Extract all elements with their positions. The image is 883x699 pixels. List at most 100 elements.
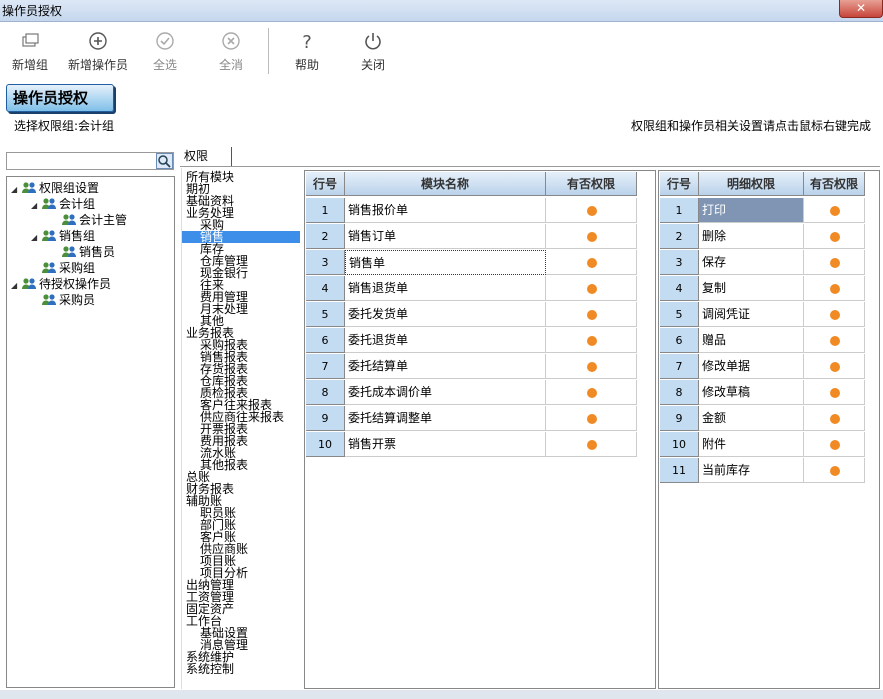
row-name-cell[interactable]: 销售退货单 <box>345 276 546 301</box>
detail-permission-grid[interactable]: 行号 明细权限 有否权限 1 打印 2 删除 3 保存 4 复制 5 调阅凭证 6 赠品 7 修改单据 8 修… <box>658 170 880 689</box>
row-number: 4 <box>306 276 345 301</box>
table-row[interactable]: 7 委托结算单 <box>305 354 637 380</box>
deselect-all-button[interactable]: 全消 <box>214 30 248 73</box>
tree-search-input[interactable] <box>6 152 174 170</box>
table-row[interactable]: 5 委托发货单 <box>305 302 637 328</box>
permission-group-tree[interactable]: ◢ 权限组设置 ◢ 会计组 会计主管 ◢ 销售组 销售员 采购组 ◢ 待授权操作员 采购员 <box>6 176 175 688</box>
row-permission-cell[interactable] <box>804 406 865 431</box>
row-name-cell[interactable]: 打印 <box>699 198 804 223</box>
row-permission-cell[interactable] <box>804 250 865 275</box>
window-title: 操作员授权 <box>2 4 63 18</box>
row-permission-cell[interactable] <box>804 198 865 223</box>
table-row[interactable]: 1 打印 <box>659 198 865 224</box>
row-name-cell[interactable]: 委托发货单 <box>345 302 546 327</box>
row-name-cell[interactable]: 附件 <box>699 432 804 457</box>
row-permission-cell[interactable] <box>546 302 637 327</box>
table-row[interactable]: 8 修改草稿 <box>659 380 865 406</box>
row-permission-cell[interactable] <box>546 380 637 405</box>
permission-dot-icon <box>829 440 840 450</box>
row-name-cell[interactable]: 调阅凭证 <box>699 302 804 327</box>
row-name-cell[interactable]: 删除 <box>699 224 804 249</box>
table-row[interactable]: 9 委托结算调整单 <box>305 406 637 432</box>
row-permission-cell[interactable] <box>546 328 637 353</box>
row-name-cell[interactable]: 复制 <box>699 276 804 301</box>
window-close-button[interactable]: ✕ <box>839 0 883 18</box>
row-name-cell[interactable]: 委托成本调价单 <box>345 380 546 405</box>
new-operator-button[interactable]: 新增操作员 <box>66 30 130 73</box>
row-name-cell[interactable]: 委托结算调整单 <box>345 406 546 431</box>
tab-permissions[interactable]: 权限 <box>180 147 232 167</box>
row-permission-cell[interactable] <box>546 276 637 301</box>
table-row[interactable]: 1 销售报价单 <box>305 198 637 224</box>
row-permission-cell[interactable] <box>546 406 637 431</box>
user-group-icon <box>42 198 56 209</box>
expand-toggle-icon[interactable]: ◢ <box>31 201 41 210</box>
row-permission-cell[interactable] <box>804 328 865 353</box>
row-permission-cell[interactable] <box>546 250 637 275</box>
expand-toggle-icon[interactable]: ◢ <box>11 185 21 194</box>
row-permission-cell[interactable] <box>804 432 865 457</box>
row-permission-cell[interactable] <box>804 380 865 405</box>
row-name-cell[interactable]: 修改草稿 <box>699 380 804 405</box>
expand-toggle-icon[interactable]: ◢ <box>31 233 41 242</box>
row-name-cell[interactable]: 销售订单 <box>345 224 546 249</box>
tree-node[interactable]: 销售员 <box>51 243 115 260</box>
table-row[interactable]: 3 销售单 <box>305 250 637 276</box>
tree-node[interactable]: ◢ 权限组设置 <box>11 179 99 196</box>
row-permission-cell[interactable] <box>546 198 637 223</box>
row-name-cell[interactable]: 修改单据 <box>699 354 804 379</box>
row-permission-cell[interactable] <box>804 276 865 301</box>
module-tree[interactable]: 所有模块 期初 基础资料 业务处理 采购 销售 库存 仓库管理 现金银行 往来 费用管理 月末处理 其他… <box>181 168 303 689</box>
row-name-cell[interactable]: 保存 <box>699 250 804 275</box>
tree-node[interactable]: ◢ 会计组 <box>31 195 95 212</box>
close-button[interactable]: 关闭 <box>356 30 390 73</box>
tree-node[interactable]: ◢ 销售组 <box>31 227 95 244</box>
select-all-button[interactable]: 全选 <box>148 30 182 73</box>
table-row[interactable]: 11 当前库存 <box>659 458 865 484</box>
row-name-cell[interactable]: 销售单 <box>345 250 546 275</box>
tree-search-button[interactable] <box>156 153 173 169</box>
table-row[interactable]: 8 委托成本调价单 <box>305 380 637 406</box>
new-operator-label: 新增操作员 <box>67 58 128 72</box>
permission-dot-icon <box>829 284 840 294</box>
table-row[interactable]: 2 删除 <box>659 224 865 250</box>
new-group-button[interactable]: 新增组 <box>10 30 50 73</box>
module-grid[interactable]: 行号 模块名称 有否权限 1 销售报价单 2 销售订单 3 销售单 4 销售退货单 5 委托发货单… <box>304 170 656 689</box>
row-name-cell[interactable]: 销售开票 <box>345 432 546 457</box>
table-row[interactable]: 4 复制 <box>659 276 865 302</box>
row-permission-cell[interactable] <box>804 354 865 379</box>
row-name-cell[interactable]: 委托结算单 <box>345 354 546 379</box>
table-row[interactable]: 4 销售退货单 <box>305 276 637 302</box>
row-name-cell[interactable]: 当前库存 <box>699 458 804 483</box>
row-name-cell[interactable]: 委托退货单 <box>345 328 546 353</box>
tree-node[interactable]: 会计主管 <box>51 211 127 228</box>
row-permission-cell[interactable] <box>804 458 865 483</box>
table-row[interactable]: 10 附件 <box>659 432 865 458</box>
row-permission-cell[interactable] <box>546 432 637 457</box>
table-row[interactable]: 3 保存 <box>659 250 865 276</box>
table-row[interactable]: 10 销售开票 <box>305 432 637 458</box>
row-name-cell[interactable]: 销售报价单 <box>345 198 546 223</box>
tree-node[interactable]: 采购员 <box>31 291 95 308</box>
row-permission-cell[interactable] <box>804 302 865 327</box>
tree-node[interactable]: 采购组 <box>31 259 95 276</box>
row-permission-cell[interactable] <box>546 354 637 379</box>
table-row[interactable]: 5 调阅凭证 <box>659 302 865 328</box>
table-row[interactable]: 6 赠品 <box>659 328 865 354</box>
row-permission-cell[interactable] <box>546 224 637 249</box>
tree-node-label: 销售员 <box>79 245 116 259</box>
grid-header-row-no: 行号 <box>306 172 345 196</box>
user-group-icon <box>42 230 56 241</box>
row-name-cell[interactable]: 赠品 <box>699 328 804 353</box>
row-name-cell[interactable]: 金额 <box>699 406 804 431</box>
table-row[interactable]: 9 金额 <box>659 406 865 432</box>
tree-node[interactable]: ◢ 待授权操作员 <box>11 275 111 292</box>
module-item[interactable]: 系统控制 <box>182 663 234 675</box>
help-button[interactable]: ? 帮助 <box>290 30 324 73</box>
table-row[interactable]: 7 修改单据 <box>659 354 865 380</box>
permission-dot-icon <box>586 206 597 216</box>
table-row[interactable]: 6 委托退货单 <box>305 328 637 354</box>
row-permission-cell[interactable] <box>804 224 865 249</box>
table-row[interactable]: 2 销售订单 <box>305 224 637 250</box>
expand-toggle-icon[interactable]: ◢ <box>11 281 21 290</box>
